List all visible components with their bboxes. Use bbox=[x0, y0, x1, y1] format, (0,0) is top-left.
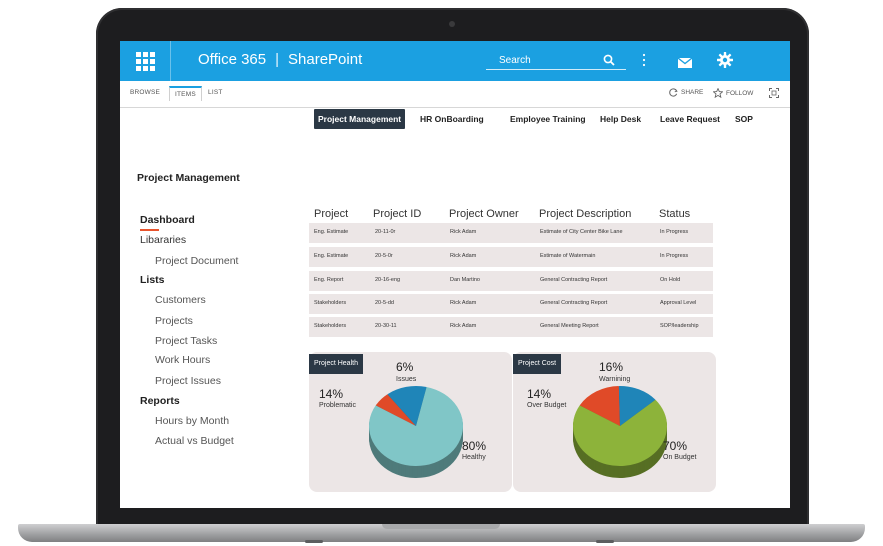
topnav-leave-request[interactable]: Leave Request bbox=[660, 114, 720, 124]
more-options-icon[interactable] bbox=[642, 53, 646, 72]
laptop-foot bbox=[596, 540, 614, 543]
cell-description: Estimate of City Center Bike Lane bbox=[540, 229, 623, 235]
site-name: SharePoint bbox=[288, 51, 363, 68]
star-icon bbox=[713, 88, 723, 98]
sidebar-item-lists[interactable]: Lists bbox=[140, 274, 165, 286]
cell-project-id: 20-11-0r bbox=[375, 229, 396, 235]
cell-project: Eng. Estimate bbox=[314, 253, 349, 259]
sidebar-item-hours-by-month[interactable]: Hours by Month bbox=[155, 415, 229, 427]
project-health-pie[interactable] bbox=[356, 381, 476, 491]
project-health-title[interactable]: Project Health bbox=[309, 354, 363, 374]
title-separator: | bbox=[275, 51, 280, 68]
cell-project: Stakeholders bbox=[314, 300, 347, 306]
suite-bar: Office 365 | SharePoint Search bbox=[120, 41, 790, 81]
table-row[interactable]: Eng. Report 20-16-eng Dan Martino Genera… bbox=[309, 271, 713, 291]
cell-owner: Dan Martino bbox=[450, 277, 480, 283]
project-cost-pie[interactable] bbox=[560, 381, 680, 491]
follow-button[interactable]: FOLLOW bbox=[713, 88, 753, 98]
focus-content-icon[interactable] bbox=[769, 88, 779, 98]
sidebar-item-work-hours[interactable]: Work Hours bbox=[155, 354, 210, 366]
tab-list[interactable]: LIST bbox=[208, 89, 223, 96]
healthy-percent: 80% bbox=[462, 439, 487, 453]
page-title: Project Management bbox=[137, 172, 240, 184]
cell-project-id: 20-5-0r bbox=[375, 253, 393, 259]
mail-icon[interactable] bbox=[677, 55, 693, 73]
cell-description: Estimate of Watermain bbox=[540, 253, 596, 259]
on-budget-percent: 70% bbox=[663, 439, 688, 453]
cell-description: General Contracting Report bbox=[540, 300, 608, 306]
column-header-project-description[interactable]: Project Description bbox=[539, 208, 631, 220]
warning-label: Warnining bbox=[599, 376, 631, 383]
cell-description: General Meeting Report bbox=[540, 323, 599, 329]
cell-project-id: 20-16-eng bbox=[375, 277, 401, 283]
topnav-help-desk[interactable]: Help Desk bbox=[600, 114, 641, 124]
topnav-employee-training[interactable]: Employee Training bbox=[510, 114, 586, 124]
project-cost-title[interactable]: Project Cost bbox=[513, 354, 562, 374]
cell-owner: Rick Adam bbox=[450, 253, 477, 259]
warning-percent: 16% bbox=[599, 360, 624, 374]
sidebar-item-project-document[interactable]: Project Document bbox=[155, 255, 238, 267]
sidebar-item-projects[interactable]: Projects bbox=[155, 315, 193, 327]
laptop-notch bbox=[382, 524, 500, 529]
cell-project-id: 20-30-11 bbox=[375, 323, 397, 329]
webcam bbox=[449, 21, 455, 27]
problematic-label: Problematic bbox=[319, 402, 356, 409]
search-icon[interactable] bbox=[603, 53, 615, 71]
sidebar-item-customers[interactable]: Customers bbox=[155, 294, 206, 306]
issues-percent: 6% bbox=[396, 360, 414, 374]
waffle-icon bbox=[135, 51, 155, 71]
topnav-sop[interactable]: SOP bbox=[735, 114, 753, 124]
topnav-project-management[interactable]: Project Management bbox=[314, 109, 406, 129]
app-launcher-button[interactable] bbox=[120, 41, 171, 81]
active-indicator bbox=[140, 229, 159, 231]
column-header-status[interactable]: Status bbox=[659, 208, 690, 220]
share-label: SHARE bbox=[681, 89, 704, 96]
cell-project-id: 20-5-dd bbox=[375, 300, 394, 306]
sidebar-item-reports[interactable]: Reports bbox=[140, 395, 180, 407]
problematic-percent: 14% bbox=[319, 387, 344, 401]
on-budget-label: On Budget bbox=[663, 454, 697, 461]
topnav-hr-onboarding[interactable]: HR OnBoarding bbox=[420, 114, 484, 124]
column-header-project-owner[interactable]: Project Owner bbox=[449, 208, 519, 220]
screen: Office 365 | SharePoint Search BROWSE IT… bbox=[120, 41, 790, 508]
table-row[interactable]: Stakeholders 20-5-dd Rick Adam General C… bbox=[309, 294, 713, 314]
cell-status: On Hold bbox=[660, 277, 681, 283]
cell-description: General Contracting Report bbox=[540, 277, 608, 283]
column-header-project-id[interactable]: Project ID bbox=[373, 208, 421, 220]
share-button[interactable]: SHARE bbox=[669, 88, 703, 97]
cell-owner: Rick Adam bbox=[450, 323, 477, 329]
healthy-label: Healthy bbox=[462, 454, 486, 461]
cell-status: SOP/leadership bbox=[660, 323, 699, 329]
sidebar-item-actual-vs-budget[interactable]: Actual vs Budget bbox=[155, 435, 234, 447]
cell-project: Eng. Report bbox=[314, 277, 344, 283]
laptop-foot bbox=[305, 540, 323, 543]
share-icon bbox=[669, 88, 678, 97]
sidebar-item-dashboard[interactable]: Dashboard bbox=[140, 214, 195, 226]
cell-status: In Progress bbox=[660, 253, 689, 259]
sidebar-item-libraries[interactable]: Libararies bbox=[140, 234, 186, 246]
product-name: Office 365 bbox=[198, 51, 267, 68]
sidebar-item-project-tasks[interactable]: Project Tasks bbox=[155, 335, 217, 347]
issues-label: Issues bbox=[396, 376, 417, 383]
cell-project: Stakeholders bbox=[314, 323, 347, 329]
follow-label: FOLLOW bbox=[726, 89, 754, 97]
table-row[interactable]: Stakeholders 20-30-11 Rick Adam General … bbox=[309, 317, 713, 337]
gear-icon[interactable] bbox=[717, 52, 733, 73]
cell-status: Approval Level bbox=[660, 300, 697, 306]
cell-status: In Progress bbox=[660, 229, 689, 235]
over-budget-percent: 14% bbox=[527, 387, 552, 401]
tab-items[interactable]: ITEMS bbox=[169, 86, 202, 101]
table-row[interactable]: Eng. Estimate 20-5-0r Rick Adam Estimate… bbox=[309, 247, 713, 267]
column-header-project[interactable]: Project bbox=[314, 208, 348, 220]
search-input[interactable]: Search bbox=[499, 55, 531, 66]
cell-owner: Rick Adam bbox=[450, 300, 477, 306]
ribbon: BROWSE ITEMS LIST SHARE FOLLOW bbox=[120, 81, 790, 108]
cell-owner: Rick Adam bbox=[450, 229, 477, 235]
over-budget-label: Over Budget bbox=[527, 402, 567, 409]
tab-browse[interactable]: BROWSE bbox=[130, 89, 160, 96]
table-row[interactable]: Eng. Estimate 20-11-0r Rick Adam Estimat… bbox=[309, 223, 713, 243]
cell-project: Eng. Estimate bbox=[314, 229, 349, 235]
app-title[interactable]: Office 365 | SharePoint bbox=[198, 51, 362, 68]
sidebar-item-project-issues[interactable]: Project Issues bbox=[155, 375, 221, 387]
